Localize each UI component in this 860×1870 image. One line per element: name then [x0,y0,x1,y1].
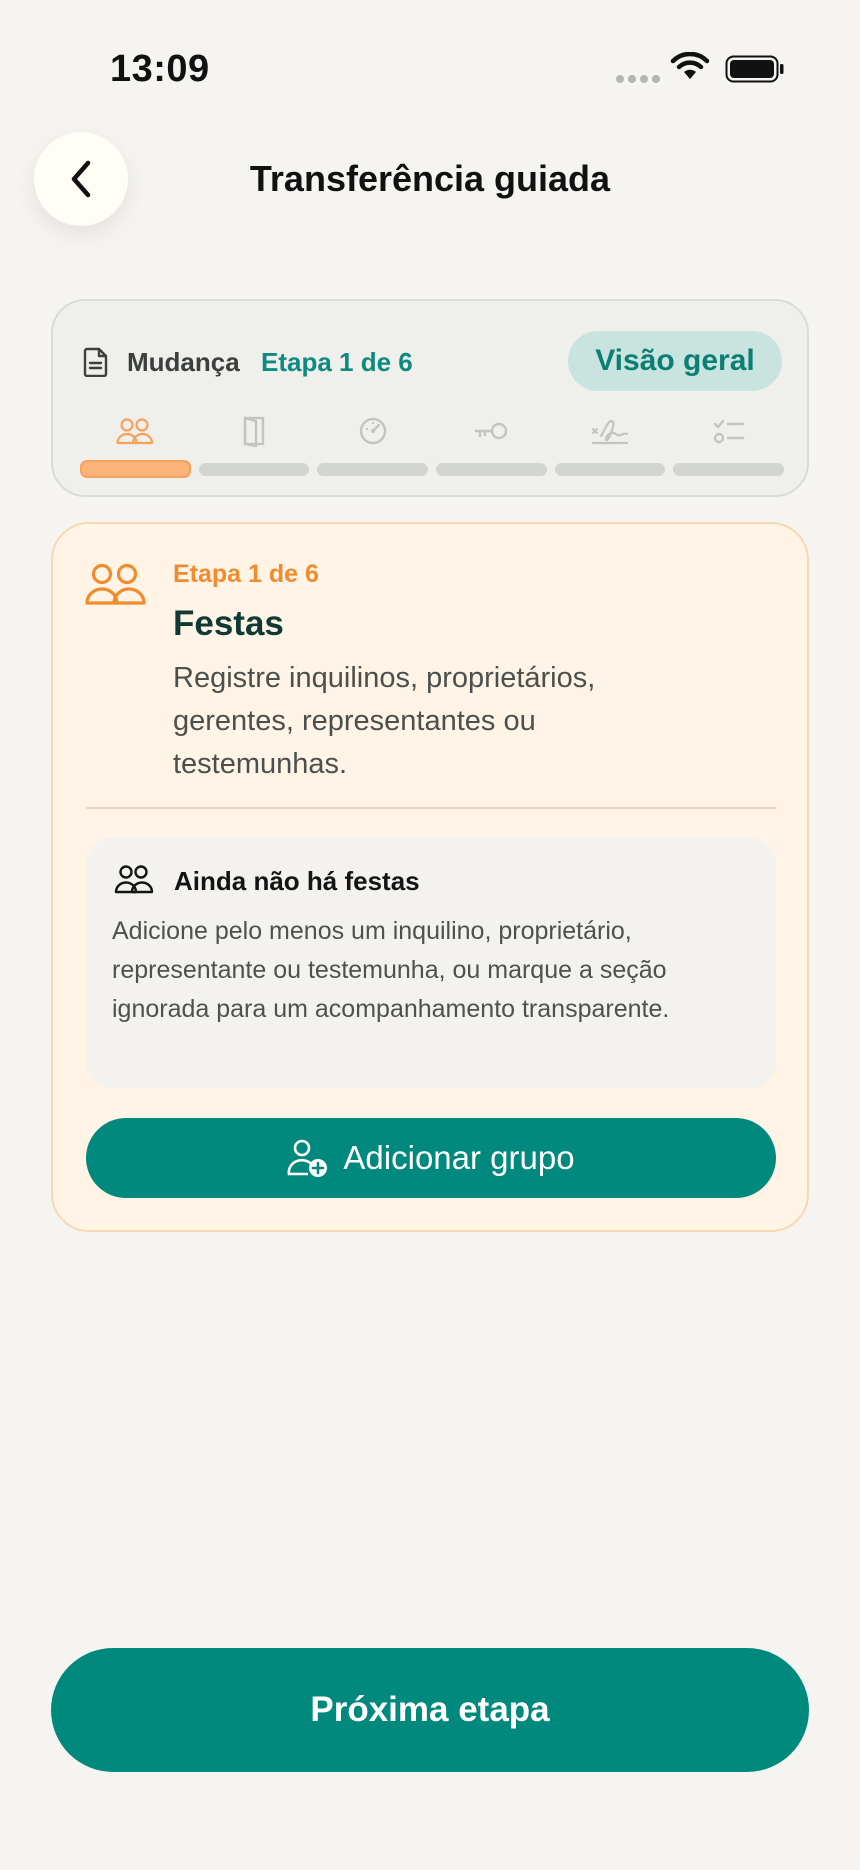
status-bar: 13:09 [0,0,860,130]
people-icon [85,563,146,605]
signature-icon [591,419,629,445]
step-2-rooms[interactable] [198,411,310,478]
people-icon [114,865,154,894]
empty-state-title: Ainda não há festas [174,866,420,896]
step-2-bar [198,463,310,476]
step-4-bar [436,463,547,476]
step-3-meters[interactable] [317,411,429,478]
card-description: Registre inquilinos, proprietários, gere… [173,662,596,780]
flow-name: Mudança [127,347,240,377]
door-icon [243,416,265,447]
empty-state: Ainda não há festas Adicione pelo menos … [86,838,776,1088]
checklist-icon [713,419,744,444]
status-time: 13:09 [110,48,210,90]
step-progress-bar [80,411,785,478]
progress-card: Mudança Etapa 1 de 6 Visão geral [51,299,809,497]
document-icon [83,347,108,377]
add-group-button[interactable]: Adicionar grupo [86,1118,776,1198]
screen: 13:09 Transferência guiada Mudança Etapa… [0,0,860,1870]
page-title: Transferência guiada [249,158,611,199]
key-icon [475,422,508,440]
empty-state-text: Adicione pelo menos um inquilino, propri… [112,917,670,1023]
card-divider [86,807,776,809]
step-1-bar [80,460,191,478]
card-step-label: Etapa 1 de 6 [173,560,319,588]
cellular-signal-icon [616,75,660,83]
step-6-bar [673,463,785,476]
flow-step-counter: Etapa 1 de 6 [261,347,413,377]
wifi-icon [670,52,710,79]
step-5-signatures[interactable] [554,411,666,478]
add-group-label: Adicionar grupo [343,1139,575,1176]
step-card: Etapa 1 de 6 Festas Registre inquilinos,… [51,522,809,1232]
add-person-icon [288,1139,328,1177]
step-4-keys[interactable] [436,411,547,478]
step-6-review[interactable] [673,411,785,478]
overview-button[interactable]: Visão geral [568,331,782,391]
step-3-bar [317,463,429,476]
card-title: Festas [173,604,284,643]
step-5-bar [554,463,666,476]
people-icon [116,418,154,445]
next-step-button[interactable]: Próxima etapa [51,1648,809,1772]
battery-icon [725,55,784,83]
step-1-parties[interactable] [80,411,191,478]
meter-icon [359,417,386,445]
